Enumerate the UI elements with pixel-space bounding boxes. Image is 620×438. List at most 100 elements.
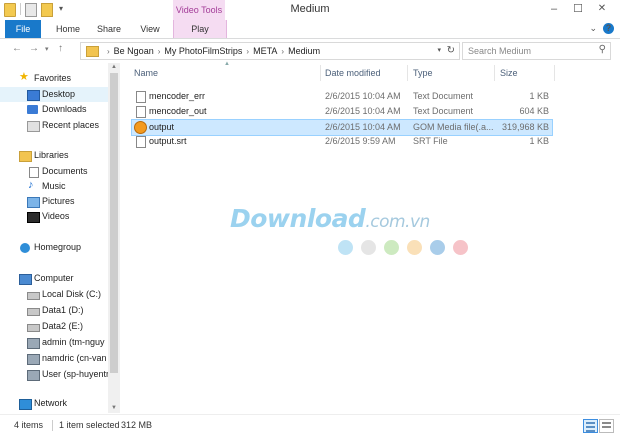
chevron-right-icon[interactable]: › xyxy=(281,47,284,56)
chevron-right-icon[interactable]: › xyxy=(107,47,110,56)
title-bar: ▾ Video Tools Medium – ☐ ✕ xyxy=(0,0,620,20)
file-name: output.srt xyxy=(149,136,187,146)
item-count: 4 items xyxy=(14,420,44,430)
status-divider xyxy=(52,420,53,431)
selection-size: 312 MB xyxy=(121,420,153,430)
column-divider[interactable] xyxy=(554,65,555,81)
sidebar-item-label: Data1 (D:) xyxy=(42,305,84,315)
file-date: 2/6/2015 10:04 AM xyxy=(325,106,401,116)
selection-count: 1 item selected xyxy=(59,420,120,430)
large-icons-view-button[interactable] xyxy=(599,419,614,433)
back-arrow-icon[interactable]: ← xyxy=(12,43,22,54)
file-list-scrollbar[interactable] xyxy=(608,63,620,413)
ribbon-tabs: File Home Share View Play ⌄ ? xyxy=(0,20,620,39)
column-divider[interactable] xyxy=(407,65,408,81)
column-header-type[interactable]: Type xyxy=(413,68,433,78)
sidebar-item-label: Recent places xyxy=(42,120,100,130)
ribbon-right-controls: ⌄ ? xyxy=(589,23,614,34)
address-bar[interactable]: › Be Ngoan › My PhotoFilmStrips › META › Medium… xyxy=(80,42,460,60)
watermark-dots xyxy=(338,240,468,255)
watermark-dot xyxy=(384,240,399,255)
file-list: ▲ Name Date modified Type Size mencoder_… xyxy=(120,61,608,413)
navigation-pane: ★ Favorites Desktop Downloads Recent pla… xyxy=(0,63,108,413)
sidebar-item-label: Libraries xyxy=(34,150,69,160)
up-arrow-icon[interactable]: ↑ xyxy=(58,43,63,54)
breadcrumb-item[interactable]: META xyxy=(253,46,277,56)
document-icon xyxy=(29,167,39,178)
scroll-down-icon[interactable]: ▼ xyxy=(111,405,117,411)
column-headers: ▲ Name Date modified Type Size xyxy=(120,61,608,83)
pictures-icon xyxy=(27,197,40,208)
scrollbar-thumb[interactable] xyxy=(110,73,118,373)
forward-arrow-icon[interactable]: → xyxy=(29,43,39,54)
column-header-size[interactable]: Size xyxy=(500,68,518,78)
maximize-button[interactable]: ☐ xyxy=(566,0,590,18)
sidebar-item-label: Videos xyxy=(42,211,70,221)
status-bar: 4 items 1 item selected 312 MB xyxy=(0,414,620,438)
close-button[interactable]: ✕ xyxy=(590,0,614,18)
sidebar-item-label: Network xyxy=(34,398,68,408)
column-header-date[interactable]: Date modified xyxy=(325,68,381,78)
breadcrumb-item[interactable]: Medium xyxy=(288,46,320,56)
scroll-up-icon[interactable]: ▲ xyxy=(111,64,117,70)
sidebar-item-label: Local Disk (C:) xyxy=(42,289,102,299)
file-size: 1 KB xyxy=(529,136,549,146)
details-view-button[interactable] xyxy=(583,419,598,433)
watermark-dot xyxy=(407,240,422,255)
file-name: mencoder_out xyxy=(149,106,207,116)
search-icon[interactable]: ⚲ xyxy=(599,44,606,55)
search-box[interactable]: Search Medium ⚲ xyxy=(462,42,611,60)
text-file-icon xyxy=(136,136,146,148)
navigation-pane-scrollbar[interactable]: ▲ ▼ xyxy=(108,63,120,413)
tab-share[interactable]: Share xyxy=(92,20,126,38)
file-date: 2/6/2015 9:59 AM xyxy=(325,136,396,146)
folder-icon xyxy=(86,46,99,57)
chevron-right-icon[interactable]: › xyxy=(158,47,161,56)
star-icon: ★ xyxy=(19,71,29,83)
file-date: 2/6/2015 10:04 AM xyxy=(325,91,401,101)
sidebar-item-label: Downloads xyxy=(42,104,87,114)
chevron-right-icon[interactable]: › xyxy=(246,47,249,56)
recent-locations-chevron-icon[interactable]: ▾ xyxy=(45,45,49,53)
expand-ribbon-icon[interactable]: ⌄ xyxy=(589,23,597,34)
file-size: 1 KB xyxy=(529,91,549,101)
column-divider[interactable] xyxy=(494,65,495,81)
breadcrumb-item[interactable]: Be Ngoan xyxy=(114,46,154,56)
refresh-icon[interactable]: ↻ xyxy=(447,43,455,59)
sidebar-item-label: Pictures xyxy=(42,196,75,206)
tab-file[interactable]: File xyxy=(5,20,41,38)
file-size: 319,968 KB xyxy=(501,122,549,132)
file-name: output xyxy=(149,122,175,132)
watermark-suffix: .com.vn xyxy=(365,212,430,232)
tab-home[interactable]: Home xyxy=(48,20,88,38)
search-input[interactable]: Search Medium xyxy=(468,43,531,59)
videos-icon xyxy=(27,212,40,223)
libraries-icon xyxy=(19,151,32,162)
table-row[interactable]: output.srt 2/6/2015 9:59 AM SRT File 1 K… xyxy=(132,134,552,149)
file-type: GOM Media file(.a... xyxy=(413,122,494,132)
network-icon xyxy=(19,399,32,410)
sidebar-item-desktop[interactable]: Desktop xyxy=(0,87,108,102)
sidebar-item-label: Desktop xyxy=(42,89,76,99)
sidebar-item-label: admin (tm-nguy xyxy=(42,337,105,347)
breadcrumb: › Be Ngoan › My PhotoFilmStrips › META › Medium xyxy=(103,43,320,60)
help-icon[interactable]: ? xyxy=(603,23,614,34)
file-name: mencoder_err xyxy=(149,91,206,101)
file-size: 604 KB xyxy=(519,106,549,116)
breadcrumb-item[interactable]: My PhotoFilmStrips xyxy=(164,46,242,56)
table-row[interactable]: mencoder_out 2/6/2015 10:04 AM Text Docu… xyxy=(132,104,552,119)
tab-play[interactable]: Play xyxy=(173,20,227,38)
column-divider[interactable] xyxy=(320,65,321,81)
network-drive-icon xyxy=(27,338,40,349)
sidebar-item-label: namdric (cn-van xyxy=(42,353,107,363)
watermark-dot xyxy=(361,240,376,255)
drive-icon xyxy=(27,292,40,300)
minimize-button[interactable]: – xyxy=(542,0,566,18)
file-type: Text Document xyxy=(413,91,474,101)
sidebar-item-label: User (sp-huyentr xyxy=(42,369,108,379)
table-row[interactable]: mencoder_err 2/6/2015 10:04 AM Text Docu… xyxy=(132,89,552,104)
tab-view[interactable]: View xyxy=(135,20,165,38)
column-header-name[interactable]: Name xyxy=(134,68,158,78)
address-dropdown-icon[interactable]: ▾ xyxy=(437,43,441,59)
window-controls: – ☐ ✕ xyxy=(542,0,614,18)
